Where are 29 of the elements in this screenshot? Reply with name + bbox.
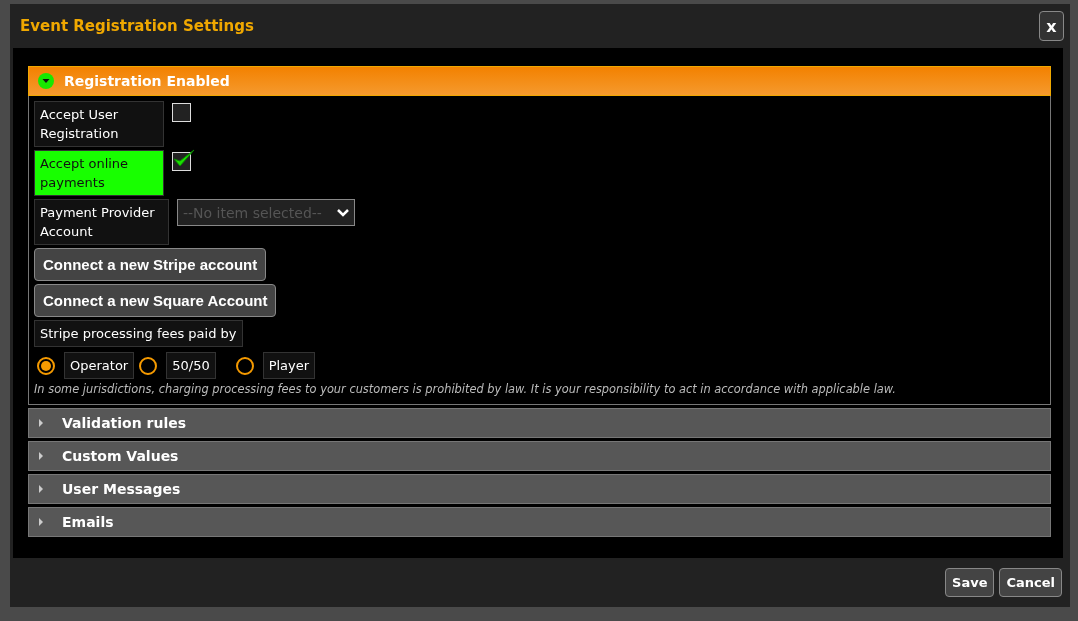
section-header[interactable]: Custom Values [28,441,1051,471]
connect-button[interactable]: Connect a new Square Account [34,284,277,317]
radio-label: Operator [64,352,135,379]
radio-button[interactable] [139,356,158,375]
field-label: Accept online payments [34,150,164,196]
checkbox[interactable] [172,103,191,122]
connect-button[interactable]: Connect a new Stripe account [34,248,267,281]
field-label: Stripe processing fees paid by [34,320,243,347]
radio-label: Player [262,352,316,379]
checkmark-icon [172,148,196,168]
radio-button[interactable] [235,356,254,375]
field-label: Accept User Registration [34,101,164,147]
legal-note: In some jurisdictions, charging processing fees to your customers is prohibited by law. It is your responsibility to act in accordance with applicable law. [34,382,897,396]
close-button[interactable]: x [1039,11,1064,41]
chevron-down-icon [336,207,350,218]
cancel-button[interactable]: Cancel [999,568,1062,597]
caret-right-icon [38,485,44,493]
section-header[interactable]: Emails [28,507,1051,537]
save-button[interactable]: Save [945,568,995,597]
section-header[interactable]: User Messages [28,474,1051,504]
caret-right-icon [38,419,44,427]
dialog-title: Event Registration Settings [20,17,254,35]
field-label: Payment Provider Account [34,199,169,245]
radio-button[interactable] [37,356,55,375]
caret-right-icon [38,518,44,526]
caret-right-icon [38,452,44,460]
radio-label: 50/50 [166,352,216,379]
expand-icon [38,73,54,89]
section-header[interactable]: Validation rules [28,408,1051,438]
